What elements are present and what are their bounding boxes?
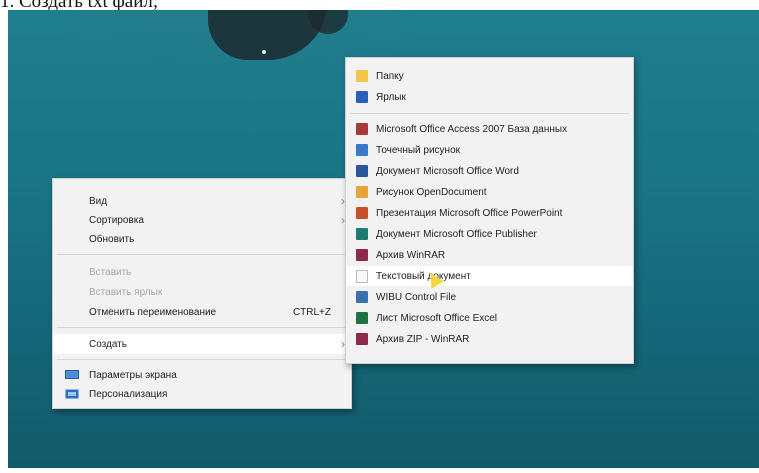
submenu-item-label: Лист Microsoft Office Excel [376, 312, 498, 324]
menu-item-shortcut: CTRL+Z [292, 306, 331, 318]
submenu-item-winrar[interactable]: Архив WinRAR [346, 245, 633, 265]
submenu-item-label: Ярлык [376, 91, 406, 103]
menu-item-label: Создать [89, 338, 128, 350]
menu-item-label: Вид [89, 195, 108, 207]
menu-item-label: Сортировка [89, 214, 144, 226]
create-submenu: Папку Ярлык Microsoft Office Access 2007… [345, 57, 634, 364]
submenu-item-label: Рисунок OpenDocument [376, 186, 487, 198]
excel-icon [356, 312, 368, 324]
submenu-item-label: Документ Microsoft Office Publisher [376, 228, 537, 240]
menu-item-label: Отменить переименование [89, 306, 217, 318]
shortcut-icon [356, 91, 368, 103]
menu-separator [57, 359, 347, 360]
menu-separator [57, 254, 347, 255]
folder-icon [356, 70, 368, 82]
menu-item-create[interactable]: Создать › [53, 334, 351, 354]
submenu-item-wibu[interactable]: WIBU Control File [346, 287, 633, 307]
submenu-item-label: Документ Microsoft Office Word [376, 165, 519, 177]
submenu-item-text-document[interactable]: Текстовый документ [346, 266, 633, 286]
personalize-icon [65, 389, 79, 399]
submenu-item-publisher[interactable]: Документ Microsoft Office Publisher [346, 224, 633, 244]
menu-item-undo-rename[interactable]: Отменить переименование CTRL+Z [53, 302, 351, 322]
submenu-item-folder[interactable]: Папку [346, 66, 633, 86]
menu-item-label: Вставить [89, 266, 132, 278]
submenu-item-powerpoint[interactable]: Презентация Microsoft Office PowerPoint [346, 203, 633, 223]
submenu-item-label: Презентация Microsoft Office PowerPoint [376, 207, 563, 219]
access-icon [356, 123, 368, 135]
submenu-item-label: Папку [376, 70, 404, 82]
menu-item-label: Обновить [89, 233, 135, 245]
bitmap-icon [356, 144, 368, 156]
text-document-icon [356, 270, 368, 283]
powerpoint-icon [356, 207, 368, 219]
wibu-icon [356, 291, 368, 303]
submenu-item-label: Архив ZIP - WinRAR [376, 333, 470, 345]
opendocument-icon [356, 186, 368, 198]
desktop-context-menu: Вид › Сортировка › Обновить Вставить Вст… [52, 178, 352, 409]
menu-item-label: Вставить ярлык [89, 286, 163, 298]
menu-item-view[interactable]: Вид › [53, 191, 351, 211]
menu-item-personalize[interactable]: Персонализация [53, 384, 351, 404]
display-icon [65, 370, 79, 380]
menu-item-sort[interactable]: Сортировка › [53, 210, 351, 230]
zip-icon [356, 333, 368, 345]
publisher-icon [356, 228, 368, 240]
word-icon [356, 165, 368, 177]
submenu-item-shortcut[interactable]: Ярлык [346, 87, 633, 107]
submenu-item-label: WIBU Control File [376, 291, 457, 303]
menu-item-display-settings[interactable]: Параметры экрана [53, 365, 351, 385]
menu-item-label: Параметры экрана [89, 369, 177, 381]
submenu-item-bitmap[interactable]: Точечный рисунок [346, 140, 633, 160]
menu-item-refresh[interactable]: Обновить [53, 229, 351, 249]
submenu-item-excel[interactable]: Лист Microsoft Office Excel [346, 308, 633, 328]
submenu-item-label: Microsoft Office Access 2007 База данных [376, 123, 568, 135]
submenu-item-access[interactable]: Microsoft Office Access 2007 База данных [346, 119, 633, 139]
submenu-item-zip[interactable]: Архив ZIP - WinRAR [346, 329, 633, 349]
menu-item-paste[interactable]: Вставить [53, 262, 351, 282]
submenu-item-label: Точечный рисунок [376, 144, 460, 156]
submenu-item-word[interactable]: Документ Microsoft Office Word [346, 161, 633, 181]
submenu-item-opendocument[interactable]: Рисунок OpenDocument [346, 182, 633, 202]
submenu-item-label: Архив WinRAR [376, 249, 446, 261]
menu-separator [350, 113, 629, 114]
winrar-icon [356, 249, 368, 261]
menu-separator [57, 327, 347, 328]
menu-item-paste-shortcut[interactable]: Вставить ярлык [53, 282, 351, 302]
menu-item-label: Персонализация [89, 388, 168, 400]
wallpaper-dot [262, 50, 266, 54]
